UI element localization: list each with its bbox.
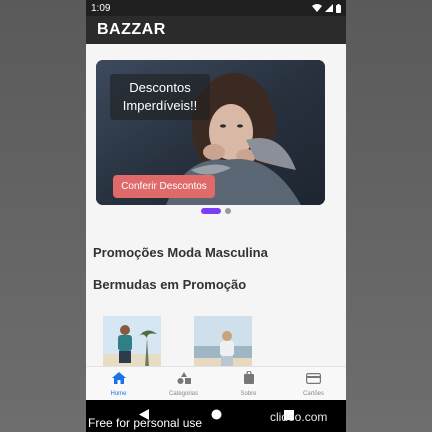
battery-icon bbox=[336, 3, 341, 13]
product-thumbnail[interactable] bbox=[194, 316, 252, 368]
watermark-logo: clideo.com bbox=[270, 410, 328, 424]
bag-icon bbox=[243, 369, 255, 389]
product-thumbnail[interactable] bbox=[103, 316, 161, 368]
app-title: BAZZAR bbox=[97, 21, 166, 38]
home-icon bbox=[111, 371, 126, 389]
carousel-indicator bbox=[86, 208, 346, 216]
nav-home-label: Home bbox=[110, 390, 127, 397]
watermark-text: Free for personal use bbox=[88, 416, 203, 430]
see-discounts-button[interactable]: Conferir Descontos bbox=[113, 175, 215, 198]
status-bar: 1:09 bbox=[86, 0, 346, 16]
carousel-dot-active[interactable] bbox=[201, 208, 221, 214]
card-icon bbox=[306, 371, 322, 389]
nav-categories-label: Categorias bbox=[168, 390, 198, 397]
right-background-band bbox=[346, 0, 432, 432]
bottom-navigation: Home Categorias Sobre Cartões bbox=[86, 366, 346, 400]
home-button-icon[interactable] bbox=[211, 407, 222, 425]
status-time: 1:09 bbox=[91, 2, 111, 14]
nav-cards-label: Cartões bbox=[302, 390, 324, 397]
section-title-mens-fashion: Promoções Moda Masculina bbox=[93, 245, 268, 260]
carousel-dot[interactable] bbox=[225, 208, 231, 214]
left-background-band bbox=[0, 0, 86, 432]
categories-icon bbox=[177, 371, 191, 389]
signal-icon bbox=[325, 4, 333, 12]
nav-about-label: Sobre bbox=[240, 390, 257, 397]
nav-categories[interactable]: Categorias bbox=[151, 367, 216, 400]
phone-screen: 1:09 BAZZAR Descontos Imperdíveis!! Conf… bbox=[86, 0, 346, 432]
promo-carousel[interactable]: Descontos Imperdíveis!! Conferir Descont… bbox=[96, 60, 325, 205]
wifi-icon bbox=[312, 4, 322, 12]
nav-home[interactable]: Home bbox=[86, 367, 151, 400]
app-bar: BAZZAR bbox=[86, 16, 346, 44]
promo-text: Descontos Imperdíveis!! bbox=[110, 74, 210, 120]
nav-about[interactable]: Sobre bbox=[216, 367, 281, 400]
nav-cards[interactable]: Cartões bbox=[281, 367, 346, 400]
section-title-shorts: Bermudas em Promoção bbox=[93, 277, 247, 292]
